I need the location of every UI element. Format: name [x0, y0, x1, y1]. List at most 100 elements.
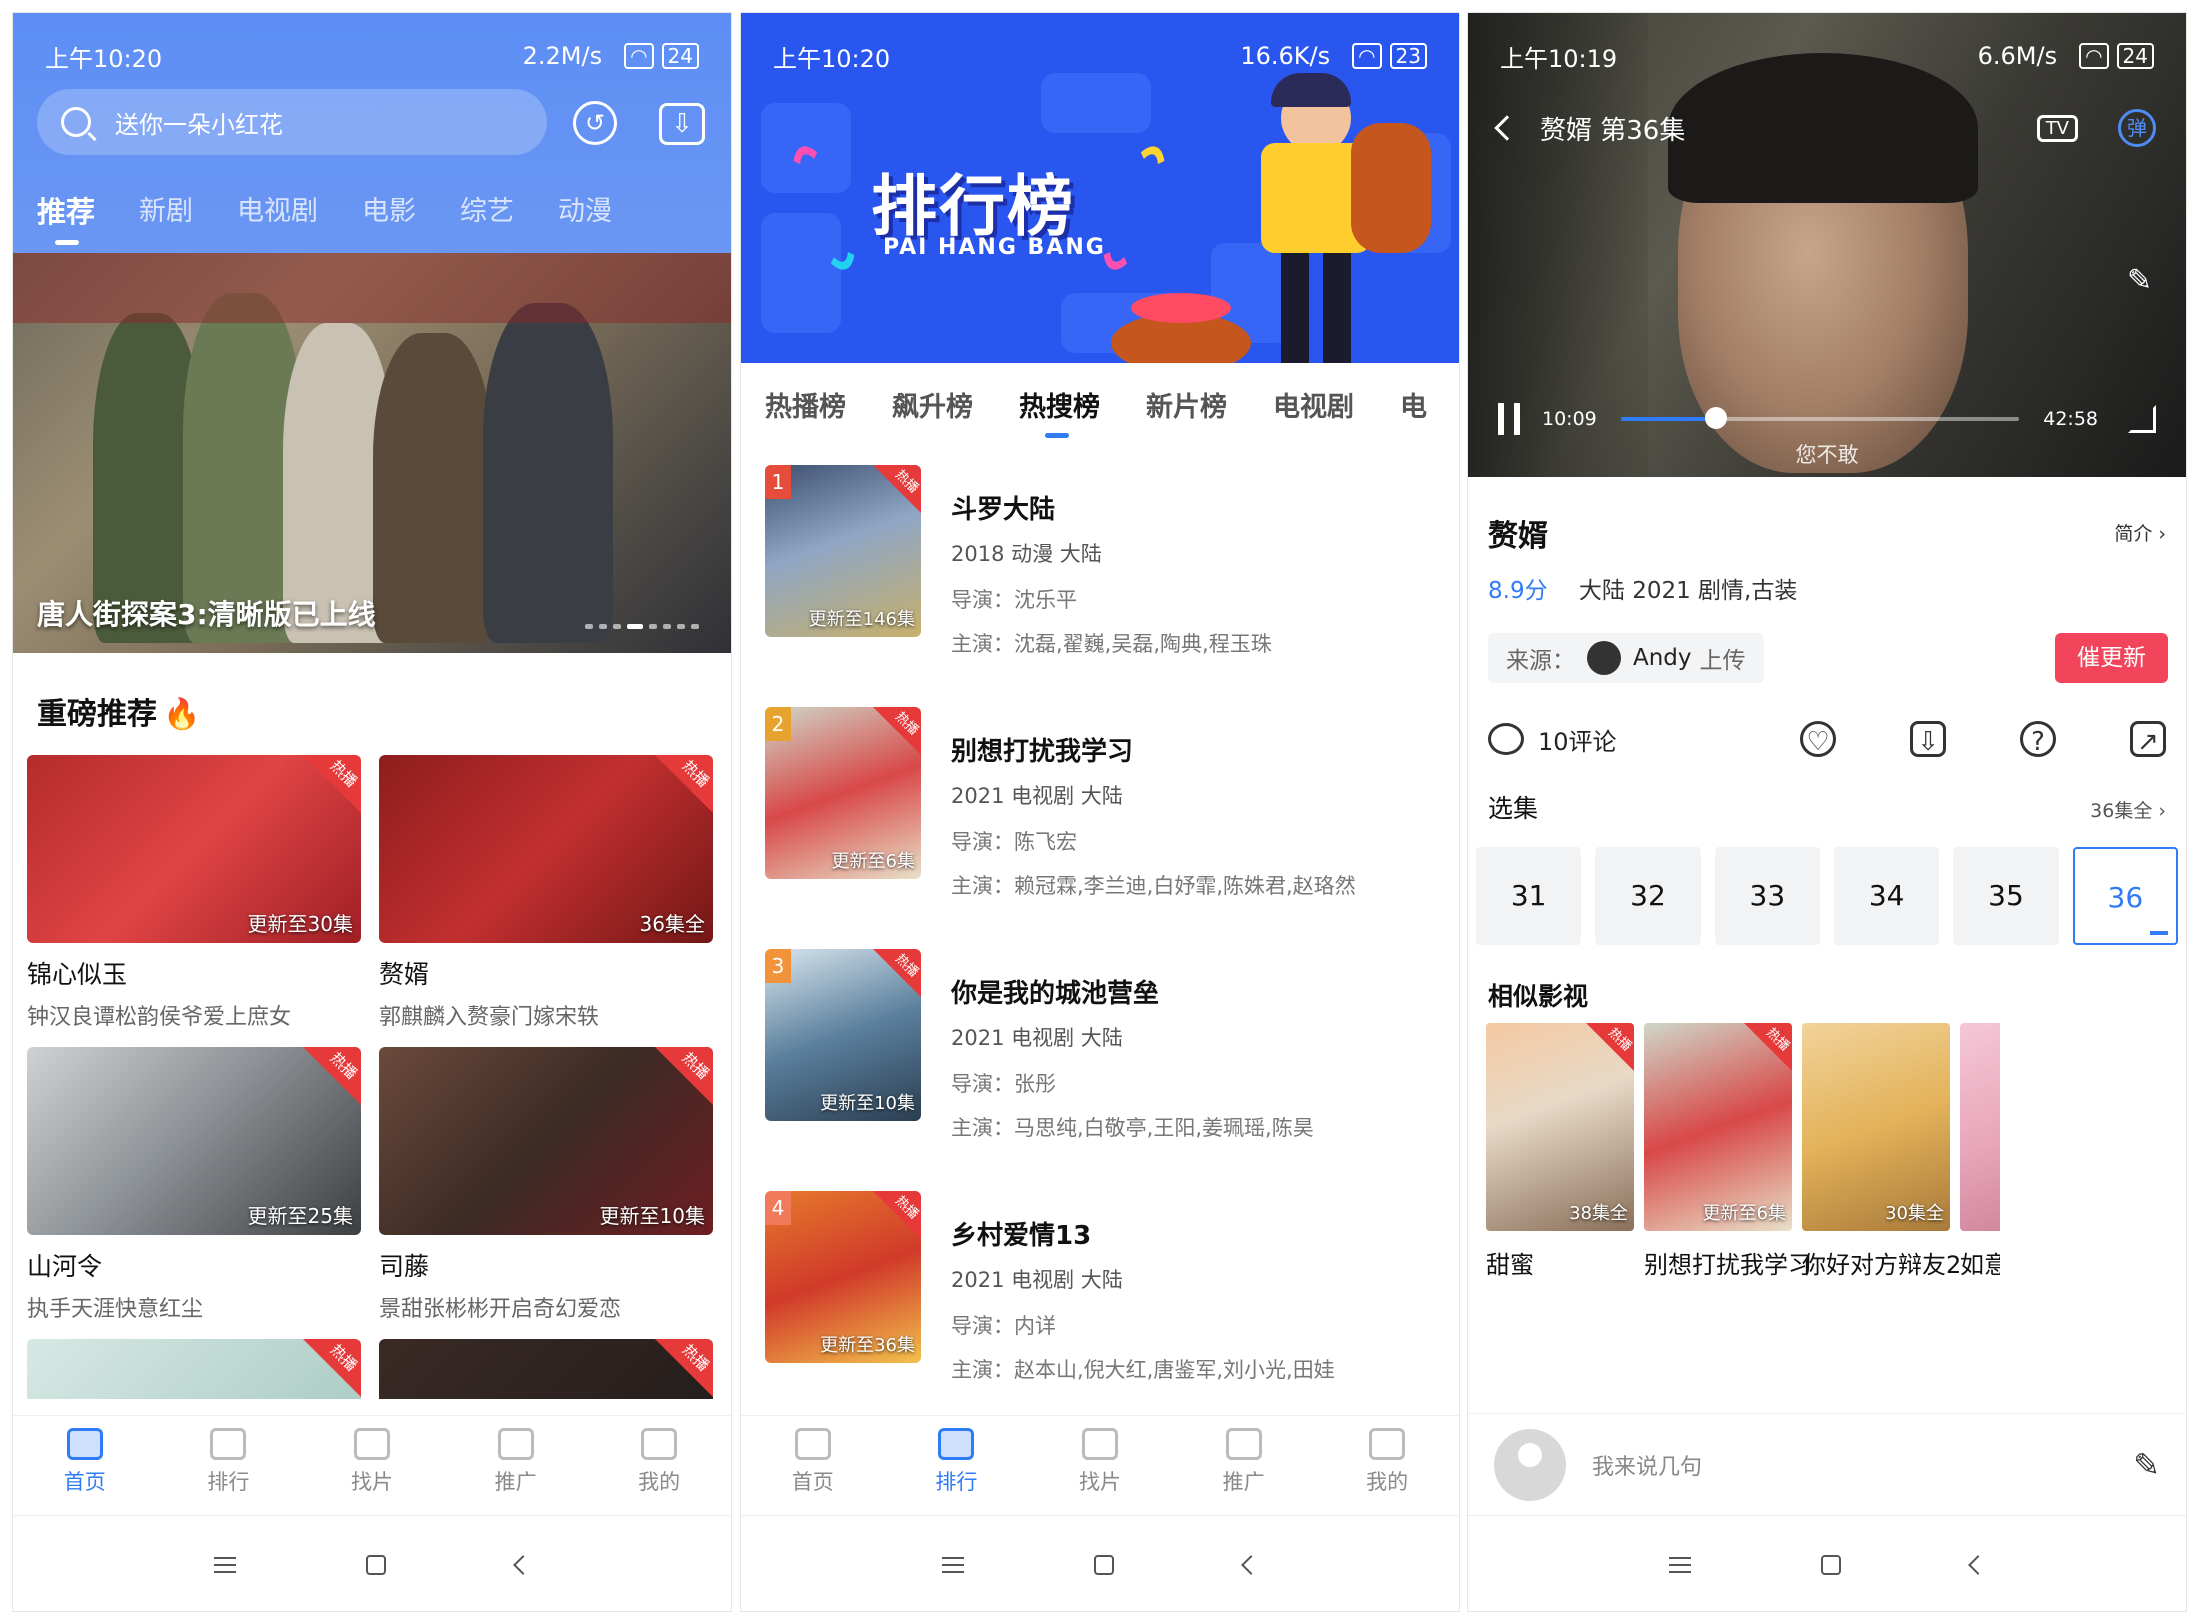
nav-promote[interactable]: 推广 [444, 1416, 588, 1515]
video-poster: 30集全 [1802, 1023, 1950, 1231]
system-back-icon[interactable] [513, 1554, 533, 1575]
home-icon [66, 1428, 103, 1460]
home-screen: 上午10:20 2.2M/s ◠ 24 送你一朵小红花 ↺ ⇩ 推荐 新剧 电视… [12, 12, 732, 1612]
episode-button[interactable]: 32 [1595, 847, 1701, 945]
episode-button[interactable]: 33 [1714, 847, 1820, 945]
similar-item[interactable]: 热播 38集全 甜蜜 [1486, 1023, 1634, 1280]
system-back-icon[interactable] [1968, 1554, 1988, 1575]
tab-more[interactable]: 电 [1400, 385, 1427, 424]
battery-icon: 24 [2116, 43, 2154, 69]
help-icon[interactable]: ? [2020, 721, 2056, 757]
heart-add-icon[interactable]: ♡ [1800, 721, 1836, 757]
video-description: 钟汉良谭松韵侯爷爱上庶女 [27, 1005, 292, 1030]
nav-profile[interactable]: 我的 [1315, 1416, 1459, 1515]
episode-button[interactable]: 35 [1953, 847, 2059, 945]
menu-icon[interactable] [214, 1556, 236, 1573]
episodes-label: 选集 [1488, 794, 1539, 823]
comment-input-bar[interactable]: 我来说几句 ✎ [1468, 1413, 2186, 1515]
download-icon[interactable]: ⇩ [659, 103, 705, 145]
nav-home[interactable]: 首页 [741, 1416, 885, 1515]
cast-tv-icon[interactable]: TV [2036, 114, 2078, 142]
comment-icon [1488, 723, 1524, 755]
history-icon[interactable]: ↺ [573, 101, 617, 145]
back-icon[interactable] [1494, 115, 1520, 141]
video-card[interactable]: 热播 [27, 1339, 361, 1399]
episode-button[interactable]: 34 [1833, 847, 1940, 945]
ranking-item[interactable]: 4 热播 更新至36集 乡村爱情13 2021 电视剧 大陆 导演：内详 主演：… [765, 1191, 1459, 1382]
ranking-item[interactable]: 1 热播 更新至146集 斗罗大陆 2018 动漫 大陆 导演：沈乐平 主演：沈… [765, 465, 1459, 656]
video-description: 景甜张彬彬开启奇幻爱恋 [379, 1297, 622, 1322]
tab-tv-series[interactable]: 电视剧 [237, 189, 318, 231]
similar-item[interactable]: 热播 更新至6集 别想打扰我学习 [1644, 1023, 1812, 1280]
video-player[interactable]: 上午10:19 6.6M/s ◠ 24 赘婿 第36集 TV 弹 ✎ 10:09… [1468, 13, 2186, 477]
screenshot-stage: 上午10:20 2.2M/s ◠ 24 送你一朵小红花 ↺ ⇩ 推荐 新剧 电视… [0, 0, 2199, 1624]
similar-item[interactable]: 如意 [1960, 1023, 2000, 1280]
nav-ranking[interactable]: 排行 [157, 1416, 301, 1515]
system-back-icon[interactable] [1241, 1554, 1261, 1575]
search-bar[interactable]: 送你一朵小红花 [37, 89, 547, 155]
intro-link[interactable]: 简介 › [2114, 519, 2166, 546]
ranking-item[interactable]: 2 热播 更新至6集 别想打扰我学习 2021 电视剧 大陆 导演：陈飞宏 主演… [765, 707, 1459, 898]
video-card[interactable]: 热播 更新至30集 锦心似玉 钟汉良谭松韵侯爷爱上庶女 [27, 755, 361, 1047]
action-bar: 10评论 ♡ ⇩ ? ↗ [1488, 721, 2166, 757]
ranking-screen: 排行榜 PAI HANG BANG 上午10:20 16.6K/s ◠ 23 热… [740, 12, 1460, 1612]
pause-icon[interactable] [1498, 403, 1520, 435]
nav-home[interactable]: 首页 [13, 1416, 157, 1515]
similar-item[interactable]: 30集全 你好对方辩友2 [1802, 1023, 1961, 1280]
menu-icon[interactable] [942, 1556, 964, 1573]
tab-variety[interactable]: 综艺 [460, 189, 514, 231]
status-bar: 上午10:20 2.2M/s ◠ 24 [13, 13, 731, 99]
fullscreen-icon[interactable] [2128, 405, 2156, 433]
nav-profile[interactable]: 我的 [587, 1416, 731, 1515]
search-placeholder: 送你一朵小红花 [115, 110, 283, 139]
comments-button[interactable]: 10评论 [1488, 722, 1726, 757]
all-episodes-link[interactable]: 36集全 › [2090, 796, 2166, 823]
video-poster: 2 热播 更新至6集 [765, 707, 921, 879]
system-home-icon[interactable] [1094, 1554, 1114, 1575]
wifi-icon: ◠ [624, 43, 654, 69]
tab-movie[interactable]: 电影 [362, 189, 416, 231]
urge-update-button[interactable]: 催更新 [2055, 633, 2168, 683]
tab-hot-search[interactable]: 热搜榜 [1019, 385, 1100, 438]
nav-find[interactable]: 找片 [300, 1416, 444, 1515]
tab-anime[interactable]: 动漫 [558, 189, 612, 231]
ranking-item[interactable]: 3 热播 更新至10集 你是我的城池营垒 2021 电视剧 大陆 导演：张彤 主… [765, 949, 1459, 1140]
tab-tv-series[interactable]: 电视剧 [1273, 385, 1354, 424]
tab-recommend[interactable]: 推荐 [37, 189, 95, 245]
nav-ranking[interactable]: 排行 [885, 1416, 1029, 1515]
episode-button[interactable]: 31 [1476, 847, 1582, 945]
video-card[interactable]: 热播 36集全 赘婿 郭麒麟入赘豪门嫁宋轶 [379, 755, 713, 1047]
video-thumbnail: 热播 36集全 [379, 755, 713, 943]
pencil-icon[interactable]: ✎ [2133, 1446, 2160, 1484]
menu-icon[interactable] [1669, 1556, 1691, 1573]
video-title: 别想打扰我学习 [1644, 1251, 1812, 1279]
status-network-speed: 6.6M/s [1977, 42, 2058, 70]
video-thumbnail: 热播 更新至25集 [27, 1047, 361, 1235]
share-icon[interactable]: ↗ [2130, 721, 2166, 757]
video-title: 乡村爱情13 [951, 1221, 1092, 1251]
user-icon [1369, 1428, 1406, 1460]
nav-promote[interactable]: 推广 [1172, 1416, 1316, 1515]
tab-new-release[interactable]: 新片榜 [1146, 385, 1227, 424]
video-title: 别想打扰我学习 [951, 737, 1134, 767]
video-card[interactable]: 热播 [379, 1339, 713, 1399]
episode-button-active[interactable]: 36 [2072, 847, 2178, 945]
upload-suffix: 上传 [1699, 648, 1746, 674]
system-home-icon[interactable] [366, 1554, 386, 1575]
tab-hot-play[interactable]: 热播榜 [765, 385, 846, 424]
nav-find[interactable]: 找片 [1028, 1416, 1172, 1515]
pencil-icon[interactable]: ✎ [2127, 263, 2152, 298]
system-home-icon[interactable] [1821, 1554, 1841, 1575]
progress-slider[interactable] [1620, 407, 2020, 429]
download-icon[interactable]: ⇩ [1910, 721, 1946, 757]
tab-new-drama[interactable]: 新剧 [139, 189, 193, 231]
tab-rising[interactable]: 飙升榜 [892, 385, 973, 424]
comment-placeholder: 我来说几句 [1592, 1454, 1703, 1480]
progress-knob[interactable] [1705, 407, 1728, 429]
danmaku-icon[interactable]: 弹 [2118, 109, 2156, 147]
video-meta: 2021 电视剧 大陆 [951, 784, 1123, 808]
video-card[interactable]: 热播 更新至10集 司藤 景甜张彬彬开启奇幻爱恋 [379, 1047, 713, 1339]
hero-banner[interactable]: 唐人街探案3:清晰版已上线 [13, 253, 731, 653]
uploader-name[interactable]: Andy [1633, 645, 1692, 671]
video-card[interactable]: 热播 更新至25集 山河令 执手天涯快意红尘 [27, 1047, 361, 1339]
